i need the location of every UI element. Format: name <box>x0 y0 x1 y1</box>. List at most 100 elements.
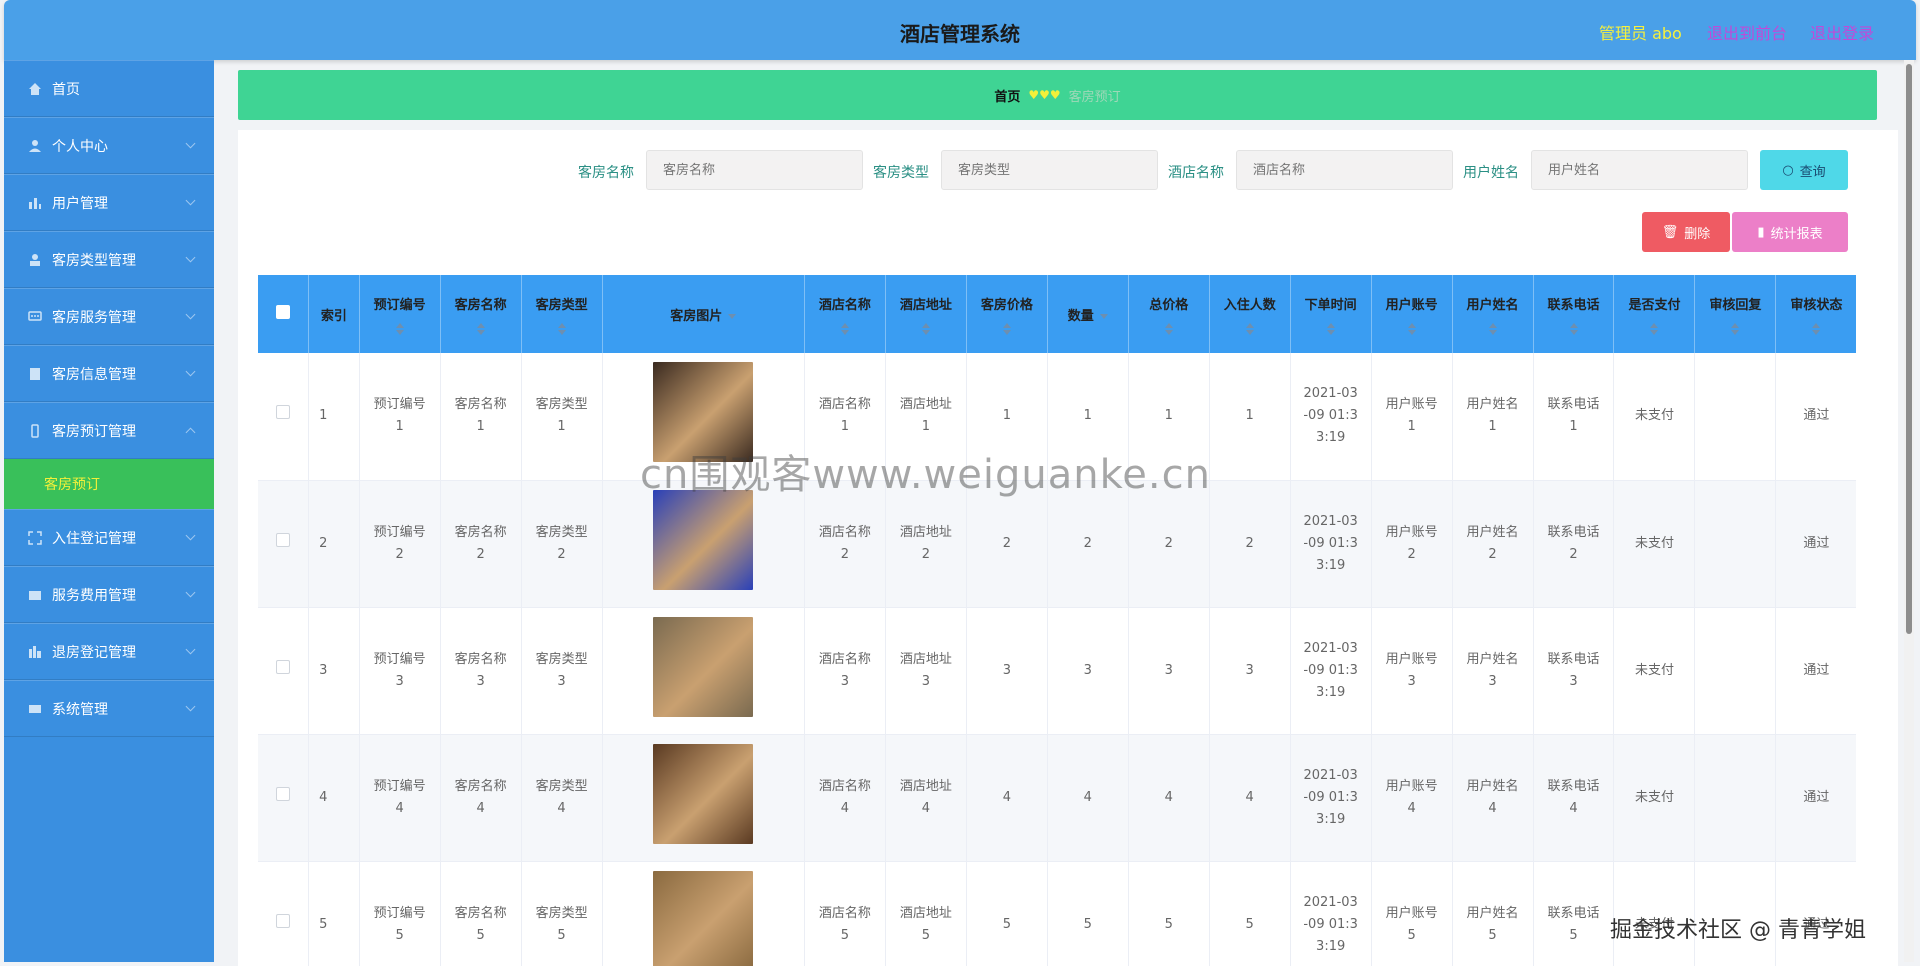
watermark-credit: 掘金技术社区 @ 青青学姐 <box>1610 918 1866 943</box>
back-to-front-link[interactable]: 退出到前台 <box>1707 20 1787 44</box>
col-header-sortable[interactable]: 客房价格 <box>966 275 1048 353</box>
col-header-sortable[interactable]: 用户姓名 <box>1452 275 1534 353</box>
cell-room-type: 客房类型 3 <box>521 607 603 735</box>
sidebar-item-home[interactable]: 首页 <box>4 60 214 117</box>
select-all-cell[interactable] <box>258 275 310 353</box>
sort-up-icon[interactable] <box>1407 322 1416 328</box>
sort-up-icon[interactable] <box>1650 322 1659 328</box>
col-header-sortable[interactable]: 预订编号 <box>359 275 441 353</box>
scrollbar-thumb[interactable] <box>1906 64 1912 634</box>
row-select-cell[interactable] <box>258 734 310 862</box>
sort-down-icon[interactable] <box>1569 329 1578 335</box>
sort-down-icon[interactable] <box>1326 329 1335 335</box>
delete-button[interactable]: 🗑 删除 <box>1642 212 1730 252</box>
sidebar-item-room-info-management[interactable]: 客房信息管理 <box>4 345 214 402</box>
sort-up-icon[interactable] <box>1326 322 1335 328</box>
sort-down-icon[interactable] <box>840 329 849 335</box>
stat-report-button[interactable]: ▮ 统计报表 <box>1732 212 1848 252</box>
logout-link[interactable]: 退出登录 <box>1810 20 1874 44</box>
col-header-sortable[interactable]: 是否支付 <box>1613 275 1696 353</box>
col-header-sortable[interactable]: 用户账号 <box>1371 275 1453 353</box>
sidebar-item-label: 用户管理 <box>52 195 108 212</box>
user-name-input[interactable] <box>1531 150 1748 190</box>
col-header-sortable[interactable]: 客房图片 <box>602 275 805 353</box>
col-header-sortable[interactable]: 入住人数 <box>1209 275 1291 353</box>
row-select-cell[interactable] <box>258 861 310 966</box>
sort-icon[interactable] <box>728 313 737 319</box>
sort-down-icon[interactable] <box>395 329 404 335</box>
sort-up-icon[interactable] <box>476 322 485 328</box>
cell-hotel-name: 酒店名称 4 <box>804 734 886 862</box>
sort-down-icon[interactable] <box>476 329 485 335</box>
sidebar-item-user-management[interactable]: 用户管理 <box>4 174 214 231</box>
cell-guests: 3 <box>1209 607 1291 735</box>
col-header-sortable[interactable]: 审核回复 <box>1694 275 1777 353</box>
cell-room-type: 客房类型 5 <box>521 861 603 966</box>
sidebar-item-system-management[interactable]: 系统管理 <box>4 680 214 737</box>
row-checkbox[interactable] <box>276 913 291 928</box>
sort-up-icon[interactable] <box>395 322 404 328</box>
col-header-sortable[interactable]: 审核状态 <box>1775 275 1856 353</box>
chart-icon <box>28 645 42 659</box>
sort-down-icon[interactable] <box>1407 329 1416 335</box>
sort-up-icon[interactable] <box>921 322 930 328</box>
query-button[interactable]: ○ 查询 <box>1760 150 1848 190</box>
row-select-cell[interactable] <box>258 607 310 735</box>
sort-up-icon[interactable] <box>557 322 566 328</box>
breadcrumb: 首页 ♥♥♥ 客房预订 <box>238 70 1877 120</box>
sort-up-icon[interactable] <box>1245 322 1254 328</box>
cell-account: 用户账号 1 <box>1371 353 1453 481</box>
sidebar-subitem-room-booking[interactable]: 客房预订 <box>4 459 214 509</box>
sort-down-icon[interactable] <box>557 329 566 335</box>
bar-chart-icon <box>28 196 42 210</box>
col-header-sortable[interactable]: 客房类型 <box>521 275 603 353</box>
sort-up-icon[interactable] <box>1164 322 1173 328</box>
sort-up-icon[interactable] <box>1002 322 1011 328</box>
table-row[interactable]: 3 预订编号 3 客房名称 3 客房类型 3 酒店名称 3 酒店地址 3 3 3 3 3 2021-… <box>258 607 1856 735</box>
col-header-sortable[interactable]: 下单时间 <box>1290 275 1372 353</box>
sort-down-icon[interactable] <box>1164 329 1173 335</box>
row-select-cell[interactable] <box>258 480 310 608</box>
col-header-sortable[interactable]: 客房名称 <box>440 275 522 353</box>
table-row[interactable]: 4 预订编号 4 客房名称 4 客房类型 4 酒店名称 4 酒店地址 4 4 4 4 4 2021-… <box>258 734 1856 862</box>
main-content: 客房名称 客房类型 酒店名称 用户姓名 ○ 查询 🗑 删除 ▮ 统计报表 索引 … <box>238 130 1898 966</box>
sidebar-item-room-type-management[interactable]: 客房类型管理 <box>4 231 214 288</box>
sort-up-icon[interactable] <box>1731 322 1740 328</box>
sort-down-icon[interactable] <box>1731 329 1740 335</box>
row-checkbox[interactable] <box>276 532 291 547</box>
page-scrollbar[interactable] <box>1904 60 1914 962</box>
hotel-name-input[interactable] <box>1236 150 1453 190</box>
select-all-checkbox[interactable] <box>276 305 291 319</box>
sort-down-icon[interactable] <box>1812 329 1821 335</box>
sort-down-icon[interactable] <box>921 329 930 335</box>
sidebar-item-service-fee-management[interactable]: 服务费用管理 <box>4 566 214 623</box>
col-header-sortable[interactable]: 酒店名称 <box>804 275 886 353</box>
col-header-sortable[interactable]: 总价格 <box>1128 275 1210 353</box>
sort-up-icon[interactable] <box>1488 322 1497 328</box>
sort-down-icon[interactable] <box>1245 329 1254 335</box>
cell-order-no: 预订编号 5 <box>359 861 441 966</box>
room-name-input[interactable] <box>646 150 863 190</box>
sidebar-item-room-service-management[interactable]: 客房服务管理 <box>4 288 214 345</box>
row-checkbox[interactable] <box>276 659 291 674</box>
col-header-sortable[interactable]: 联系电话 <box>1533 275 1615 353</box>
breadcrumb-home[interactable]: 首页 <box>994 86 1020 105</box>
col-header-label: 审核回复 <box>1709 297 1762 313</box>
row-checkbox[interactable] <box>276 405 291 420</box>
sort-down-icon[interactable] <box>1488 329 1497 335</box>
sidebar-item-checkin-management[interactable]: 入住登记管理 <box>4 509 214 566</box>
sort-down-icon[interactable] <box>1002 329 1011 335</box>
sort-up-icon[interactable] <box>1569 322 1578 328</box>
sort-down-icon[interactable] <box>1650 329 1659 335</box>
row-select-cell[interactable] <box>258 353 310 481</box>
sidebar-item-room-booking-management[interactable]: 客房预订管理 <box>4 402 214 459</box>
col-header-sortable[interactable]: 数量 <box>1047 275 1129 353</box>
sidebar-item-personal-center[interactable]: 个人中心 <box>4 117 214 174</box>
room-type-input[interactable] <box>941 150 1158 190</box>
row-checkbox[interactable] <box>276 786 291 801</box>
sort-up-icon[interactable] <box>840 322 849 328</box>
col-header-sortable[interactable]: 酒店地址 <box>885 275 967 353</box>
sidebar-item-checkout-management[interactable]: 退房登记管理 <box>4 623 214 680</box>
sort-up-icon[interactable] <box>1812 322 1821 328</box>
sort-icon[interactable] <box>1099 313 1108 319</box>
